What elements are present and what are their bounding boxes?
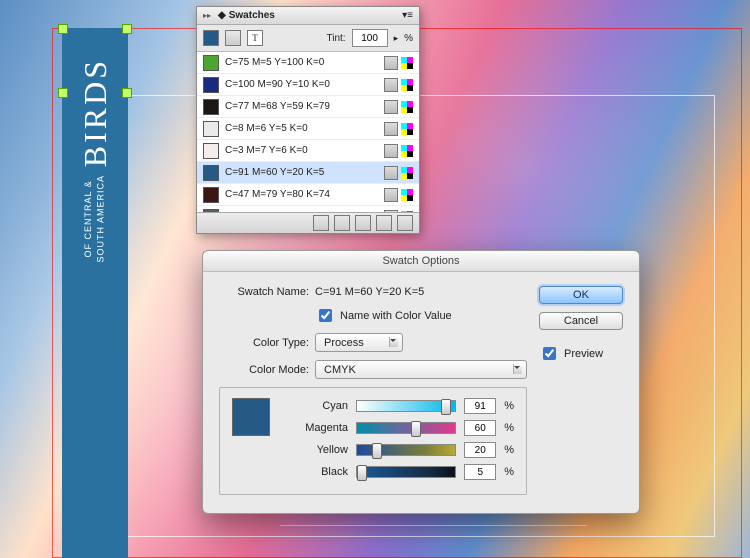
slider-knob[interactable] <box>411 421 421 437</box>
preview-checkbox[interactable]: Preview <box>539 344 623 363</box>
process-icon <box>384 210 398 213</box>
swatch-color-chip <box>203 165 219 181</box>
spine-subtitle: OF CENTRAL &SOUTH AMERICA <box>82 175 107 263</box>
selection-handle[interactable] <box>122 24 132 34</box>
magenta-value-input[interactable] <box>464 420 496 436</box>
tint-label: Tint: <box>326 33 345 44</box>
color-preview-swatch <box>232 398 270 436</box>
swatch-name: C=3 M=7 Y=6 K=0 <box>225 145 378 156</box>
selection-handle[interactable] <box>122 88 132 98</box>
slider-knob[interactable] <box>357 465 367 481</box>
swatch-color-chip <box>203 55 219 71</box>
cmyk-icon <box>401 145 413 157</box>
spine-title: BIRDS <box>77 58 114 167</box>
show-gradient-swatches-icon[interactable] <box>355 215 371 231</box>
swatch-name: C=47 M=79 Y=80 K=74 <box>225 189 378 200</box>
swatches-panel[interactable]: ▸▸ ◆ Swatches ▾≡ T Tint: ▸ % C=75 M=5 Y=… <box>196 6 420 234</box>
process-icon <box>384 100 398 114</box>
swatch-item[interactable]: C=47 M=79 Y=80 K=74 <box>197 184 419 206</box>
swatch-color-chip <box>203 121 219 137</box>
black-slider[interactable] <box>356 466 456 478</box>
tint-input[interactable] <box>352 29 388 47</box>
panel-footer <box>197 212 419 233</box>
color-mode-label: Color Mode: <box>219 364 309 376</box>
swatch-name: C=75 M=5 Y=100 K=0 <box>225 57 378 68</box>
swatch-name: C=91 M=60 Y=20 K=5 <box>225 167 378 178</box>
swatch-color-chip <box>203 99 219 115</box>
swatch-item[interactable]: C=66 M=44 Y=46 K=31 <box>197 206 419 212</box>
process-icon <box>384 56 398 70</box>
dialog-title[interactable]: Swatch Options <box>203 251 639 272</box>
collapse-chevrons-icon[interactable]: ▸▸ <box>203 13 211 19</box>
cmyk-icon <box>401 211 413 213</box>
magenta-slider[interactable] <box>356 422 456 434</box>
cmyk-icon <box>401 123 413 135</box>
new-swatch-icon[interactable] <box>376 215 392 231</box>
preview-input[interactable] <box>543 347 556 360</box>
swatch-item[interactable]: C=100 M=90 Y=10 K=0 <box>197 74 419 96</box>
process-icon <box>384 122 398 136</box>
swatch-name: C=77 M=68 Y=59 K=79 <box>225 101 378 112</box>
swatch-item[interactable]: C=3 M=7 Y=6 K=0 <box>197 140 419 162</box>
name-with-value-input[interactable] <box>319 309 332 322</box>
swatch-item[interactable]: C=77 M=68 Y=59 K=79 <box>197 96 419 118</box>
name-with-value-checkbox[interactable]: Name with Color Value <box>315 306 452 325</box>
slider-knob[interactable] <box>441 399 451 415</box>
panel-menu-icon[interactable]: ▾≡ <box>402 10 413 21</box>
book-spine[interactable]: BIRDS OF CENTRAL &SOUTH AMERICA <box>62 28 128 558</box>
swatch-name: C=100 M=90 Y=10 K=0 <box>225 79 378 90</box>
swatch-options-dialog[interactable]: Swatch Options Swatch Name: C=91 M=60 Y=… <box>202 250 640 514</box>
yellow-value-input[interactable] <box>464 442 496 458</box>
process-icon <box>384 188 398 202</box>
yellow-slider[interactable] <box>356 444 456 456</box>
swatch-name-value: C=91 M=60 Y=20 K=5 <box>315 286 424 298</box>
swatch-color-chip <box>203 187 219 203</box>
cmyk-icon <box>401 101 413 113</box>
slider-knob[interactable] <box>372 443 382 459</box>
swatch-item[interactable]: C=8 M=6 Y=5 K=0 <box>197 118 419 140</box>
cmyk-icon <box>401 79 413 91</box>
color-type-label: Color Type: <box>219 337 309 349</box>
process-icon <box>384 166 398 180</box>
swatch-color-chip <box>203 209 219 213</box>
selection-handle[interactable] <box>58 88 68 98</box>
cancel-button[interactable]: Cancel <box>539 312 623 330</box>
swatch-name: C=66 M=44 Y=46 K=31 <box>225 211 378 212</box>
swatch-color-chip <box>203 143 219 159</box>
swatches-tab[interactable]: ◆ Swatches <box>218 10 275 21</box>
cyan-slider[interactable] <box>356 400 456 412</box>
swatch-name: C=8 M=6 Y=5 K=0 <box>225 123 378 134</box>
color-mode-select[interactable]: CMYK <box>315 360 527 379</box>
selection-handle[interactable] <box>58 24 68 34</box>
object-formatting-icon[interactable] <box>225 30 241 46</box>
process-icon <box>384 78 398 92</box>
swatch-list[interactable]: C=75 M=5 Y=100 K=0 C=100 M=90 Y=10 K=0 C=7… <box>197 52 419 212</box>
process-icon <box>384 144 398 158</box>
panel-titlebar[interactable]: ▸▸ ◆ Swatches ▾≡ <box>197 7 419 25</box>
swatch-item[interactable]: C=91 M=60 Y=20 K=5 <box>197 162 419 184</box>
fill-swatch-icon[interactable] <box>203 30 219 46</box>
swatch-color-chip <box>203 77 219 93</box>
cmyk-icon <box>401 57 413 69</box>
black-value-input[interactable] <box>464 464 496 480</box>
swatch-name-label: Swatch Name: <box>219 286 309 298</box>
cmyk-icon <box>401 167 413 179</box>
swatch-item[interactable]: C=75 M=5 Y=100 K=0 <box>197 52 419 74</box>
tint-stepper-icon[interactable]: ▸ <box>394 33 399 44</box>
show-all-swatches-icon[interactable] <box>313 215 329 231</box>
cyan-value-input[interactable] <box>464 398 496 414</box>
delete-swatch-icon[interactable] <box>397 215 413 231</box>
cmyk-sliders-group: Cyan % Magenta % Yellow % <box>219 387 527 495</box>
ok-button[interactable]: OK <box>539 286 623 304</box>
swatches-toolbar: T Tint: ▸ % <box>197 25 419 52</box>
color-type-select[interactable]: Process <box>315 333 403 352</box>
cmyk-icon <box>401 189 413 201</box>
show-color-swatches-icon[interactable] <box>334 215 350 231</box>
